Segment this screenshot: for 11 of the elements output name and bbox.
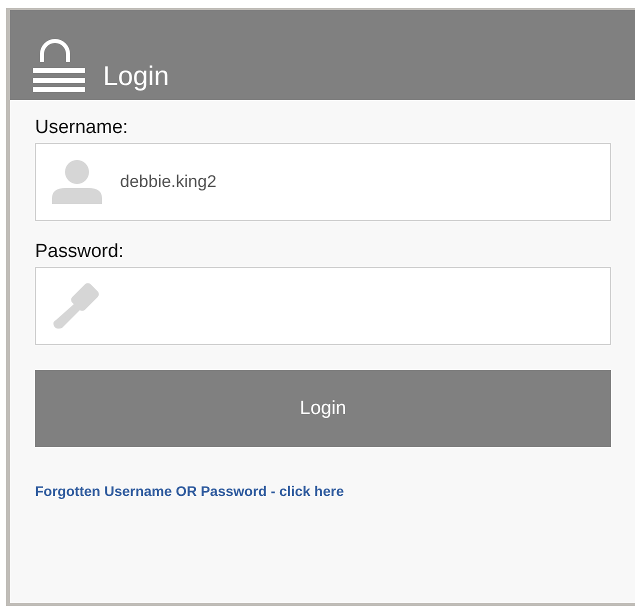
header-title: Login (103, 60, 170, 92)
username-field[interactable]: debbie.king2 (35, 143, 611, 221)
person-icon (52, 160, 102, 204)
password-field[interactable] (35, 267, 611, 345)
key-icon (52, 282, 102, 330)
forgot-link[interactable]: Forgotten Username OR Password - click here (35, 483, 344, 499)
login-button[interactable]: Login (35, 370, 611, 447)
field-label: Username: (35, 117, 129, 139)
field-value: debbie.king2 (120, 172, 216, 192)
padlock-icon (33, 36, 87, 92)
field-label: Password: (35, 241, 125, 263)
